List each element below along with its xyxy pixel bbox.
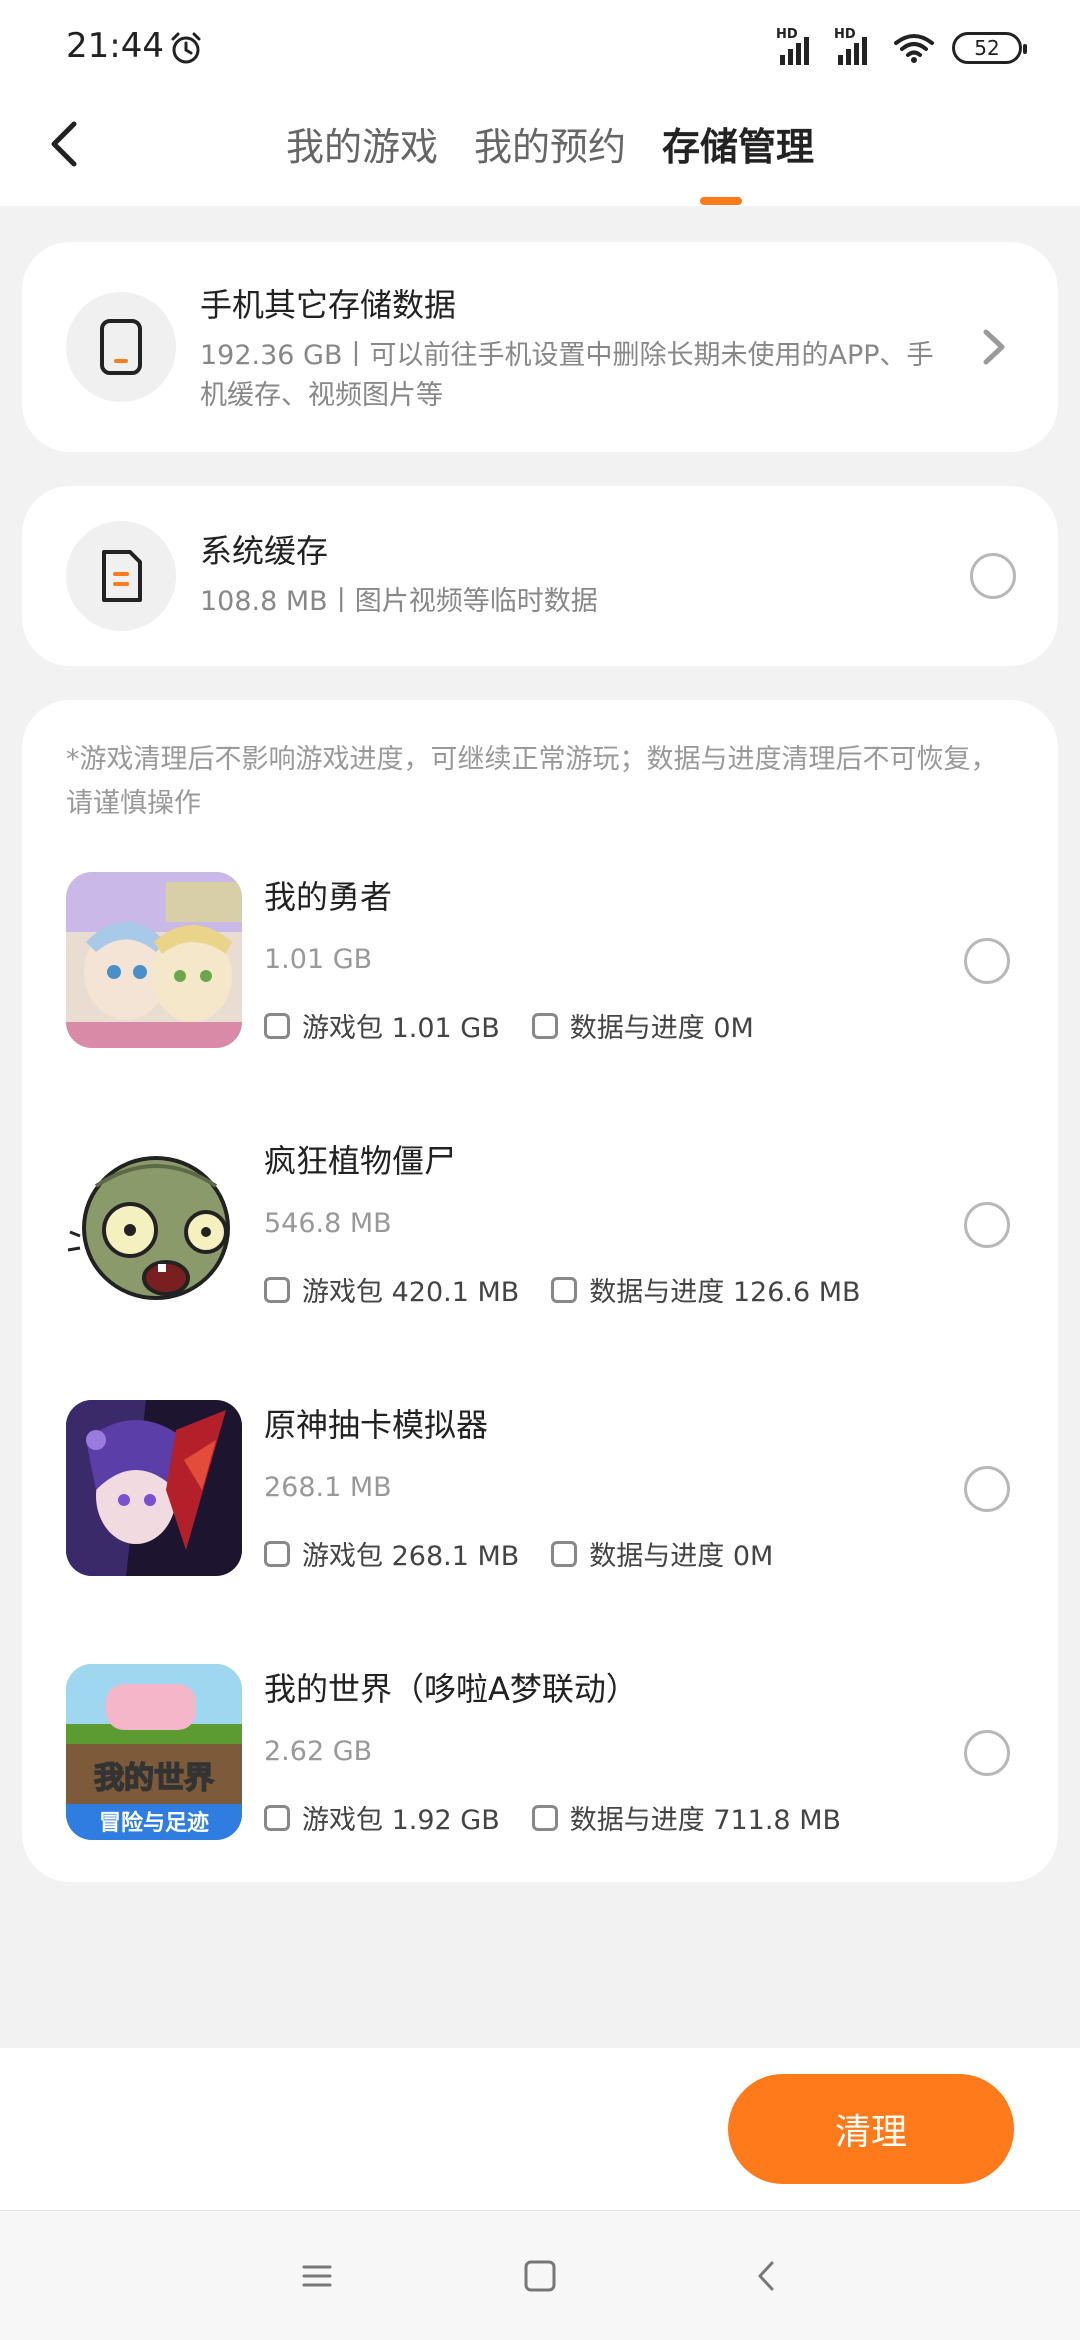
game-size: 2.62 GB — [264, 1736, 373, 1767]
game-data-label: 数据与进度 0M — [569, 1013, 754, 1044]
game-package-label: 游戏包 1.01 GB — [302, 1013, 500, 1044]
system-cache-card[interactable]: 系统缓存 108.8 MB丨图片视频等临时数据 — [22, 486, 1058, 666]
game-clean-options: 游戏包 1.01 GB 数据与进度 0M — [264, 1006, 754, 1045]
battery-indicator: 52 — [952, 32, 1027, 64]
game-package-checkbox[interactable] — [264, 1276, 290, 1303]
tab-bar: 我的游戏 我的预约 存储管理 — [0, 116, 1080, 171]
system-cache-title: 系统缓存 — [200, 532, 329, 570]
active-tab-indicator — [700, 197, 742, 205]
game-package-checkbox[interactable] — [264, 1804, 290, 1831]
game-item[interactable]: 我的勇者 1.01 GB 游戏包 1.01 GB 数据与进度 0M — [22, 872, 1058, 1082]
game-package-option[interactable]: 游戏包 420.1 MB — [264, 1270, 519, 1309]
game-icon: 我的世界 冒险与足迹 — [66, 1664, 242, 1840]
game-package-option[interactable]: 游戏包 268.1 MB — [264, 1534, 519, 1573]
game-clean-options: 游戏包 1.92 GB 数据与进度 711.8 MB — [264, 1798, 841, 1837]
other-storage-description: 192.36 GB丨可以前往手机设置中删除长期未使用的APP、手机缓存、视频图片… — [200, 340, 934, 411]
tab-my-reservations[interactable]: 我的预约 — [474, 116, 626, 171]
signal-icon: HD — [834, 27, 876, 65]
game-select-radio[interactable] — [964, 1730, 1010, 1776]
bottom-action-bar: 清理 — [0, 2048, 1080, 2210]
phone-storage-icon — [66, 292, 176, 402]
tab-my-games[interactable]: 我的游戏 — [286, 116, 438, 171]
game-name: 我的勇者 — [264, 878, 393, 916]
game-item[interactable]: 疯狂植物僵尸 546.8 MB 游戏包 420.1 MB 数据与进度 126.6… — [22, 1136, 1058, 1346]
game-data-option[interactable]: 数据与进度 0M — [531, 1006, 754, 1045]
wifi-icon — [894, 34, 934, 63]
game-select-radio[interactable] — [964, 938, 1010, 984]
game-size: 1.01 GB — [264, 944, 373, 975]
game-data-option[interactable]: 数据与进度 711.8 MB — [531, 1798, 842, 1837]
game-name: 原神抽卡模拟器 — [264, 1406, 489, 1444]
game-clean-options: 游戏包 420.1 MB 数据与进度 126.6 MB — [264, 1270, 861, 1309]
signal-icon: HD — [776, 27, 818, 65]
game-data-checkbox[interactable] — [531, 1804, 558, 1831]
game-icon-title-text: 我的世界 — [94, 1761, 214, 1796]
game-data-label: 数据与进度 711.8 MB — [569, 1805, 842, 1836]
top-navigation: 我的游戏 我的预约 存储管理 — [0, 96, 1080, 206]
game-icon — [66, 1400, 242, 1576]
game-item[interactable]: 原神抽卡模拟器 268.1 MB 游戏包 268.1 MB 数据与进度 0M — [22, 1400, 1058, 1610]
clean-button[interactable]: 清理 — [728, 2074, 1014, 2184]
game-data-label: 数据与进度 126.6 MB — [589, 1277, 861, 1308]
status-bar: 21:44 HD HD 52 — [0, 0, 1080, 96]
tab-storage-management[interactable]: 存储管理 — [662, 116, 814, 171]
game-package-option[interactable]: 游戏包 1.92 GB — [264, 1798, 500, 1837]
games-storage-card: *游戏清理后不影响游戏进度，可继续正常游玩；数据与进度清理后不可恢复，请谨慎操作… — [22, 700, 1058, 1882]
game-package-checkbox[interactable] — [264, 1012, 290, 1039]
game-select-radio[interactable] — [964, 1202, 1010, 1248]
game-package-label: 游戏包 268.1 MB — [302, 1541, 520, 1572]
system-cache-radio[interactable] — [970, 553, 1016, 599]
games-clean-note: *游戏清理后不影响游戏进度，可继续正常游玩；数据与进度清理后不可恢复，请谨慎操作 — [66, 744, 998, 819]
game-size: 546.8 MB — [264, 1208, 392, 1239]
game-data-checkbox[interactable] — [551, 1276, 578, 1303]
status-icons: HD HD 52 — [776, 27, 1027, 68]
other-storage-title: 手机其它存储数据 — [200, 286, 457, 324]
chevron-right-icon — [983, 329, 1005, 365]
game-select-radio[interactable] — [964, 1466, 1010, 1512]
home-icon[interactable] — [515, 2251, 565, 2301]
game-icon — [66, 872, 242, 1048]
game-package-checkbox[interactable] — [264, 1540, 290, 1567]
game-data-label: 数据与进度 0M — [589, 1541, 774, 1572]
game-data-option[interactable]: 数据与进度 126.6 MB — [551, 1270, 861, 1309]
system-navigation-bar — [0, 2210, 1080, 2340]
back-icon[interactable] — [742, 2251, 792, 2301]
game-icon-subtitle-text: 冒险与足迹 — [99, 1810, 209, 1836]
game-clean-options: 游戏包 268.1 MB 数据与进度 0M — [264, 1534, 773, 1573]
game-package-label: 游戏包 1.92 GB — [302, 1805, 500, 1836]
game-data-option[interactable]: 数据与进度 0M — [551, 1534, 773, 1573]
game-name: 我的世界（哆啦A梦联动） — [264, 1670, 638, 1708]
game-item[interactable]: 我的世界 冒险与足迹 我的世界（哆啦A梦联动） 2.62 GB 游戏包 1.92… — [22, 1664, 1058, 1874]
menu-icon[interactable] — [292, 2251, 342, 2301]
game-data-checkbox[interactable] — [531, 1012, 558, 1039]
game-package-option[interactable]: 游戏包 1.01 GB — [264, 1006, 500, 1045]
game-size: 268.1 MB — [264, 1472, 392, 1503]
cache-file-icon — [66, 521, 176, 631]
system-cache-description: 108.8 MB丨图片视频等临时数据 — [200, 586, 598, 617]
alarm-clock-icon — [171, 32, 201, 64]
game-icon — [66, 1136, 242, 1312]
game-data-checkbox[interactable] — [551, 1540, 578, 1567]
game-name: 疯狂植物僵尸 — [264, 1142, 457, 1180]
other-storage-card[interactable]: 手机其它存储数据 192.36 GB丨可以前往手机设置中删除长期未使用的APP、… — [22, 242, 1058, 452]
game-package-label: 游戏包 420.1 MB — [302, 1277, 520, 1308]
status-time: 21:44 — [66, 26, 164, 66]
